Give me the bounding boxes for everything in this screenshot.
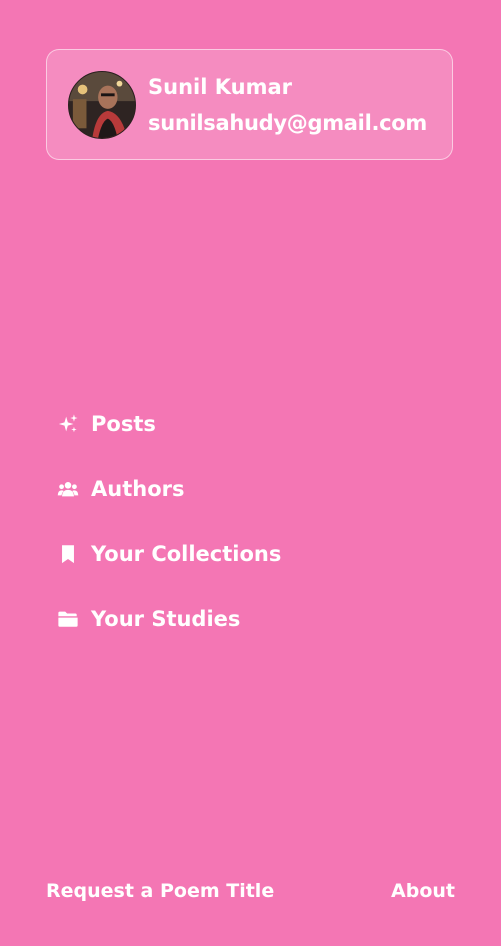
nav-label-studies: Your Studies <box>91 607 241 631</box>
nav-item-collections[interactable]: Your Collections <box>56 534 281 574</box>
avatar[interactable] <box>68 71 136 139</box>
main-nav: Posts Authors Your Collections Your Stud… <box>56 404 281 664</box>
nav-label-collections: Your Collections <box>91 542 282 566</box>
request-poem-title-link[interactable]: Request a Poem Title <box>46 880 274 902</box>
profile-name: Sunil Kumar <box>148 75 292 99</box>
nav-label-posts: Posts <box>91 412 156 436</box>
nav-item-posts[interactable]: Posts <box>56 404 281 444</box>
bookmark-icon <box>56 542 80 566</box>
about-link[interactable]: About <box>391 880 455 902</box>
profile-card[interactable]: Sunil Kumar sunilsahudy@gmail.com <box>46 49 453 160</box>
profile-email: sunilsahudy@gmail.com <box>148 111 428 135</box>
avatar-photo <box>69 72 135 138</box>
nav-item-authors[interactable]: Authors <box>56 469 281 509</box>
nav-label-authors: Authors <box>91 477 185 501</box>
folder-open-icon <box>56 607 80 631</box>
footer: Request a Poem Title About <box>46 880 455 902</box>
users-icon <box>56 477 80 501</box>
nav-item-studies[interactable]: Your Studies <box>56 599 281 639</box>
sparkles-icon <box>56 412 80 436</box>
